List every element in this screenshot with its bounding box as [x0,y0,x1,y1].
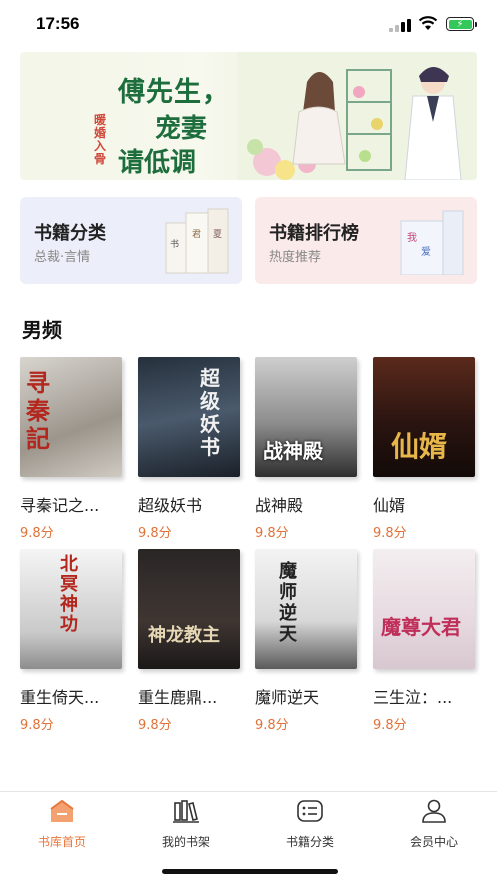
book-cover: 超级妖书 [138,357,240,477]
home-icon [50,799,74,822]
book-cover: 魔尊大君 [373,549,475,669]
book-title: 魔师逆天 [255,688,320,707]
card-subtitle: 热度推荐 [269,250,322,265]
book-cover: 神龙教主 [138,549,240,669]
ranking-books-icon: 我 爱 [400,210,464,275]
category-icon [297,800,323,822]
book-item[interactable]: 魔师逆天 魔师逆天 9.8分 [255,549,357,733]
banner-title-line1: 傅先生， [118,77,230,108]
book-item[interactable]: 北冥神功 重生倚天... 9.8分 [20,549,122,733]
svg-text:爱: 爱 [421,245,431,258]
tab-my-bookshelf[interactable]: 我的书架 [136,798,236,850]
tab-library-home[interactable]: 书库首页 [12,798,112,850]
book-title: 重生鹿鼎... [138,688,218,707]
book-cover: 北冥神功 [20,549,122,669]
cover-title: 魔师逆天 [279,561,297,645]
cover-title: 仙婿 [391,430,448,463]
promo-banner[interactable]: 暖婚入骨 傅先生， 宠妻 请低调 [20,52,477,180]
cover-title: 战神殿 [263,439,323,463]
cover-title: 超级妖书 [200,366,220,459]
svg-text:君: 君 [192,229,201,240]
book-title: 重生倚天... [20,688,100,707]
svg-text:我: 我 [407,232,417,244]
book-score: 9.8分 [138,526,172,541]
book-item[interactable]: 神龙教主 重生鹿鼎... 9.8分 [138,549,240,733]
book-score: 9.8分 [373,718,407,733]
tab-member-center[interactable]: 会员中心 [384,798,484,850]
banner-title-line3: 请低调 [118,148,197,178]
book-category-card[interactable]: 书籍分类 总裁·言情 书 君 夏 [20,197,242,284]
banner-illustration [237,52,477,180]
signal-icon [389,18,413,32]
bookshelf-icon [173,800,199,823]
cover-title: 魔尊大君 [381,615,461,639]
book-score: 9.8分 [20,526,54,541]
book-title: 仙婿 [373,496,406,515]
book-title: 寻秦记之... [20,496,100,515]
book-cover: 魔师逆天 [255,549,357,669]
book-score: 9.8分 [20,718,54,733]
cover-title: 寻秦記 [26,368,50,453]
card-title: 书籍排行榜 [269,223,359,244]
tab-label: 我的书架 [161,835,210,849]
book-cover: 寻秦記 [20,357,122,477]
book-item[interactable]: 魔尊大君 三生泣：... 9.8分 [373,549,475,733]
book-title: 三生泣：... [373,688,453,707]
book-cover: 仙婿 [373,357,475,477]
user-icon [422,799,446,823]
book-cover: 战神殿 [255,357,357,477]
cover-title: 北冥神功 [60,554,78,635]
status-bar: 17:56 ⚡ [0,0,497,40]
book-item[interactable]: 战神殿 战神殿 9.8分 [255,357,357,541]
tab-book-categories[interactable]: 书籍分类 [260,798,360,850]
banner-title-line2: 宠妻 [155,114,208,144]
book-item[interactable]: 仙婿 仙婿 9.8分 [373,357,475,541]
book-ranking-card[interactable]: 书籍排行榜 热度推荐 我 爱 [255,197,477,284]
tab-label: 书籍分类 [285,835,334,849]
tab-label: 书库首页 [37,835,86,849]
book-title: 战神殿 [255,496,304,515]
banner-tag: 暖婚入骨 [94,113,107,166]
book-score: 9.8分 [255,718,289,733]
section-title: 男频 [22,318,62,342]
cover-title: 神龙教主 [148,625,220,646]
status-time: 17:56 [36,14,80,33]
svg-text:夏: 夏 [213,229,222,240]
tab-label: 会员中心 [409,835,458,849]
book-score: 9.8分 [255,526,289,541]
book-score: 9.8分 [373,526,407,541]
books-stack-icon: 书 君 夏 [165,208,229,274]
svg-text:书: 书 [170,239,179,250]
card-title: 书籍分类 [34,223,106,244]
book-title: 超级妖书 [138,496,203,515]
wifi-icon [418,16,438,30]
home-indicator [162,869,338,874]
book-score: 9.8分 [138,718,172,733]
card-subtitle: 总裁·言情 [34,250,91,265]
battery-icon: ⚡ [446,17,477,31]
book-item[interactable]: 超级妖书 超级妖书 9.8分 [138,357,240,541]
book-item[interactable]: 寻秦記 寻秦记之... 9.8分 [20,357,122,541]
